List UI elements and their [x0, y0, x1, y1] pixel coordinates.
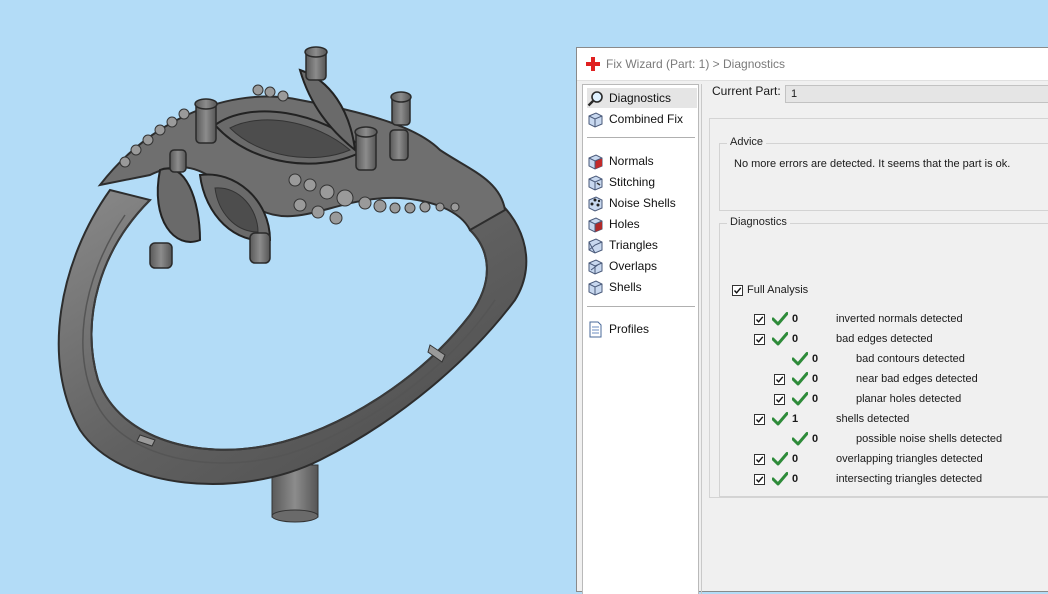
green-check-icon	[772, 452, 788, 466]
title-bar[interactable]: Fix Wizard (Part: 1) > Diagnostics	[577, 48, 1048, 81]
nav-item-triangles[interactable]: Triangles	[587, 235, 658, 255]
diagnostic-label: bad edges detected	[836, 333, 933, 345]
3d-viewport[interactable]	[0, 0, 578, 586]
noise-shells-cube-icon	[588, 195, 603, 212]
nav-separator	[587, 306, 695, 307]
diagnostic-count: 0	[812, 373, 819, 385]
cube-icon	[588, 111, 603, 128]
window-title: Fix Wizard (Part: 1) > Diagnostics	[606, 57, 786, 71]
nav-item-shells[interactable]: Shells	[587, 277, 642, 297]
row-checkbox[interactable]	[754, 334, 765, 345]
advice-group: Advice No more errors are detected. It s…	[719, 136, 1048, 211]
diagnostic-count: 0	[812, 433, 819, 445]
overlaps-cube-icon	[588, 258, 603, 275]
green-check-icon	[792, 432, 808, 446]
diagnostic-label: inverted normals detected	[836, 313, 963, 325]
green-check-icon	[772, 472, 788, 486]
wizard-nav-panel: Diagnostics Combined Fix Normals Stitchi…	[582, 84, 699, 594]
diagnostic-label: bad contours detected	[856, 353, 965, 365]
red-cross-icon	[586, 57, 600, 71]
shells-cube-icon	[588, 279, 603, 296]
current-part-label: Current Part:	[712, 84, 781, 98]
row-checkbox[interactable]	[754, 314, 765, 325]
diagnostic-count: 0	[792, 333, 799, 345]
green-check-icon	[792, 352, 808, 366]
diagnostic-count: 1	[792, 413, 799, 425]
advice-legend: Advice	[727, 136, 767, 148]
triangles-cube-icon	[588, 237, 603, 254]
row-checkbox[interactable]	[754, 414, 765, 425]
green-check-icon	[772, 332, 788, 346]
nav-item-noise-shells[interactable]: Noise Shells	[587, 193, 676, 213]
row-checkbox[interactable]	[774, 394, 785, 405]
normals-cube-icon	[588, 153, 603, 170]
magnifier-icon	[587, 90, 603, 106]
nav-item-profiles[interactable]: Profiles	[587, 319, 649, 339]
row-checkbox[interactable]	[754, 474, 765, 485]
green-check-icon	[772, 412, 788, 426]
full-analysis-label: Full Analysis	[747, 284, 809, 296]
nav-item-overlaps[interactable]: Overlaps	[587, 256, 657, 276]
diagnostic-label: possible noise shells detected	[856, 433, 1003, 445]
diagnostic-count: 0	[792, 453, 799, 465]
green-check-icon	[772, 312, 788, 326]
stitching-cube-icon	[588, 174, 603, 191]
document-icon	[589, 321, 602, 337]
diagnostic-count: 0	[792, 473, 799, 485]
current-part-field[interactable]: 1	[785, 85, 1048, 103]
nav-item-combined-fix[interactable]: Combined Fix	[587, 109, 683, 129]
nav-item-holes[interactable]: Holes	[587, 214, 640, 234]
diagnostic-label: planar holes detected	[856, 393, 962, 405]
green-check-icon	[792, 392, 808, 406]
fix-wizard-dialog: Fix Wizard (Part: 1) > Diagnostics Diagn…	[576, 47, 1048, 594]
diagnostic-label: shells detected	[836, 413, 910, 425]
holes-cube-icon	[588, 216, 603, 233]
row-checkbox[interactable]	[774, 374, 785, 385]
diagnostic-count: 0	[812, 393, 819, 405]
green-check-icon	[792, 372, 808, 386]
diagnostic-count: 0	[792, 313, 799, 325]
nav-item-stitching[interactable]: Stitching	[587, 172, 655, 192]
nav-item-diagnostics[interactable]: Diagnostics	[587, 88, 697, 108]
full-analysis-checkbox[interactable]	[732, 285, 743, 296]
nav-separator	[587, 137, 695, 138]
diagnostic-label: overlapping triangles detected	[836, 453, 983, 465]
ring-model[interactable]	[0, 0, 578, 586]
diagnostic-count: 0	[812, 353, 819, 365]
diagnostics-group: Diagnostics Full Analysis 0 inverted norma…	[719, 216, 1048, 497]
panel-divider	[701, 84, 702, 594]
row-checkbox[interactable]	[754, 454, 765, 465]
diagnostics-legend: Diagnostics	[727, 216, 790, 228]
nav-item-normals[interactable]: Normals	[587, 151, 654, 171]
advice-text: No more errors are detected. It seems th…	[734, 158, 1011, 170]
diagnostic-label: near bad edges detected	[856, 373, 978, 385]
diagnostic-label: intersecting triangles detected	[836, 473, 983, 485]
